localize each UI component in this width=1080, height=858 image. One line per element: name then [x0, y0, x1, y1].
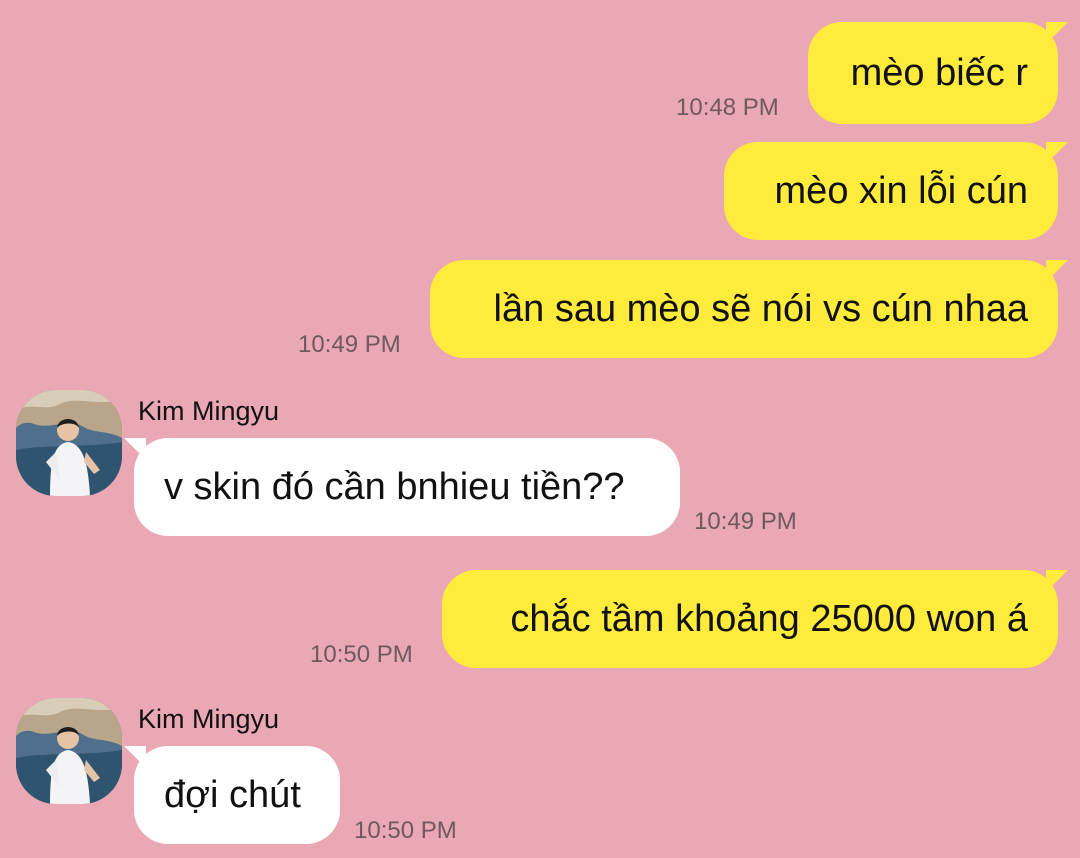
outgoing-message-bubble[interactable]: lần sau mèo sẽ nói vs cún nhaa: [430, 260, 1068, 358]
message-timestamp: 10:49 PM: [694, 508, 797, 535]
message-timestamp: 10:50 PM: [354, 817, 457, 844]
outgoing-message-bubble[interactable]: mèo xin lỗi cún: [724, 142, 1068, 240]
incoming-message-bubble[interactable]: v skin đó cần bnhieu tiền??: [124, 438, 680, 536]
message-text: v skin đó cần bnhieu tiền??: [164, 466, 625, 508]
profile-photo-icon: [16, 698, 122, 804]
message-timestamp: 10:48 PM: [676, 94, 779, 121]
message-text: mèo xin lỗi cún: [774, 170, 1028, 212]
message-text: lần sau mèo sẽ nói vs cún nhaa: [493, 288, 1028, 330]
message-timestamp: 10:49 PM: [298, 331, 401, 358]
incoming-message-bubble[interactable]: đợi chút: [124, 746, 340, 844]
message-timestamp: 10:50 PM: [310, 641, 413, 668]
outgoing-message-bubble[interactable]: mèo biếc r: [808, 22, 1068, 124]
sender-name: Kim Mingyu: [138, 396, 280, 426]
message-text: mèo biếc r: [850, 52, 1028, 94]
message-text: chắc tầm khoảng 25000 won á: [510, 598, 1028, 640]
chat-thread: mèo biếc r 10:48 PM mèo xin lỗi cún lần …: [0, 0, 1080, 858]
profile-photo-icon: [16, 390, 122, 496]
outgoing-message-bubble[interactable]: chắc tầm khoảng 25000 won á: [442, 570, 1068, 668]
sender-name: Kim Mingyu: [138, 704, 280, 734]
sender-avatar[interactable]: [16, 390, 122, 496]
message-text: đợi chút: [164, 774, 301, 816]
sender-avatar[interactable]: [16, 698, 122, 804]
